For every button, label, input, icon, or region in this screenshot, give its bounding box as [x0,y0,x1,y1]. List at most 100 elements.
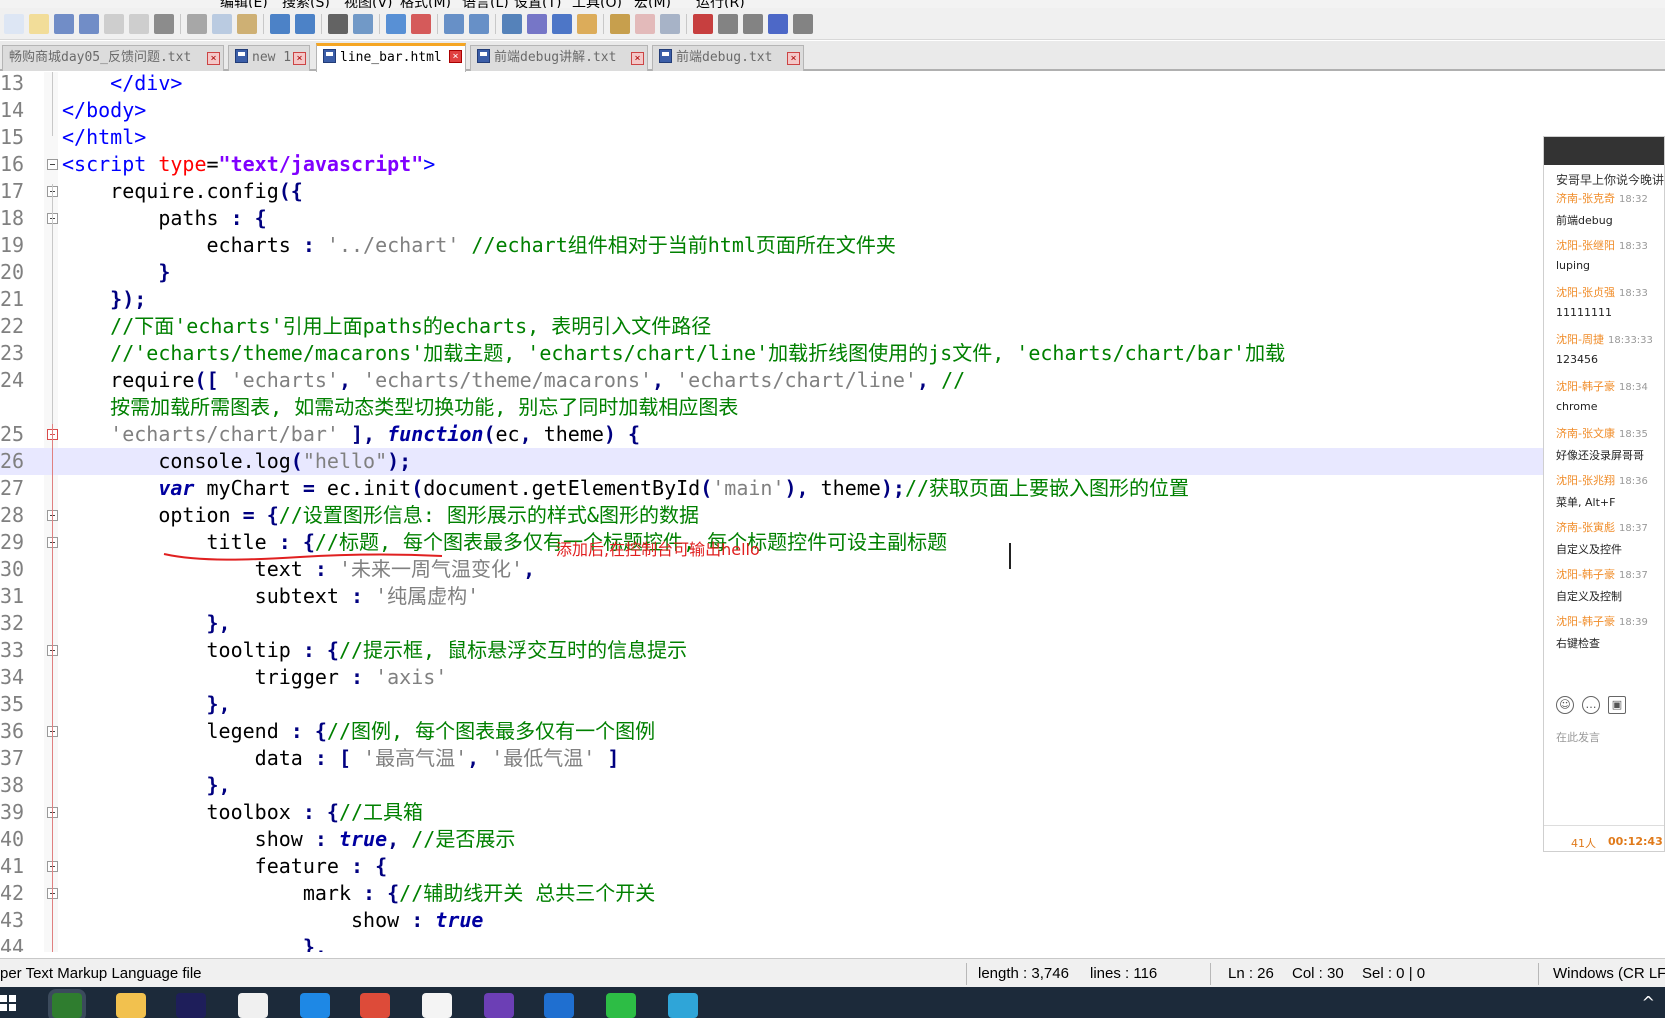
menu-item[interactable]: 视图(V) [344,0,393,8]
save-macro-icon[interactable] [793,14,813,34]
code-line[interactable]: 26 console.log("hello"); [0,448,1665,475]
code-line[interactable]: 18 paths : { [0,205,1665,232]
code-line[interactable]: 13 </div> [0,72,1665,97]
image-icon[interactable]: ▣ [1608,696,1626,714]
chrome-icon[interactable] [360,993,390,1018]
close-icon[interactable]: × [207,52,220,65]
menu-item[interactable]: 语言(L) [462,0,509,8]
typora-icon[interactable] [238,993,268,1018]
code-editor[interactable]: 13 </div> 14 </body> 15 </html> 16 <script typ… [0,72,1665,952]
paste-icon[interactable] [237,14,257,34]
close-icon[interactable]: × [787,52,800,65]
stop-macro-icon[interactable] [718,14,738,34]
notepadpp-icon[interactable] [52,993,82,1018]
folder-workspace-icon[interactable] [635,14,655,34]
code-text: require([ 'echarts', 'echarts/theme/maca… [62,367,965,394]
tab-2[interactable]: line_bar.html × [316,43,466,72]
tab-1[interactable]: new 1 × [228,45,310,71]
replace-icon[interactable] [353,14,373,34]
code-line[interactable]: 按需加载所需图表, 如需动态类型切换功能, 别忘了同时加载相应图表 [0,394,1665,421]
zoom-in-icon[interactable] [386,14,406,34]
close-icon[interactable]: × [449,50,462,63]
code-line[interactable]: 28 option = {//设置图形信息: 图形展示的样式&图形的数据 [0,502,1665,529]
visual-studio-icon[interactable] [484,993,514,1018]
code-line[interactable]: 39 toolbox : {//工具箱 [0,799,1665,826]
file-explorer-icon[interactable] [116,993,146,1018]
code-line[interactable]: 20 } [0,259,1665,286]
code-line[interactable]: 33 tooltip : {//提示框, 鼠标悬浮交互时的信息提示 [0,637,1665,664]
indent-guide-icon[interactable] [552,14,572,34]
teamviewer-icon[interactable] [544,993,574,1018]
sync-v-icon[interactable] [444,14,464,34]
code-line[interactable]: 41 feature : { [0,853,1665,880]
save-all-icon[interactable] [79,14,99,34]
speech-bubble-icon[interactable]: … [1582,696,1600,714]
tab-3[interactable]: 前端debug讲解.txt × [470,45,648,71]
code-line[interactable]: 40 show : true, //是否展示 [0,826,1665,853]
all-chars-icon[interactable] [527,14,547,34]
sync-h-icon[interactable] [469,14,489,34]
zoom-out-icon[interactable] [411,14,431,34]
code-line[interactable]: 15 </html> [0,124,1665,151]
open-file-icon[interactable] [29,14,49,34]
code-line[interactable]: 22 //下面'echarts'引用上面paths的echarts, 表明引入文… [0,313,1665,340]
tab-0[interactable]: 畅购商城day05_反馈问题.txt × [2,45,224,71]
code-line[interactable]: 43 show : true [0,907,1665,934]
chevron-up-icon[interactable]: ^ [1642,993,1655,1012]
menu-item[interactable]: 宏(M) [634,0,671,8]
wrap-icon[interactable] [502,14,522,34]
code-line[interactable]: 32 }, [0,610,1665,637]
code-line[interactable]: 36 legend : {//图例, 每个图表最多仅有一个图例 [0,718,1665,745]
code-line[interactable]: 27 var myChart = ec.init(document.getEle… [0,475,1665,502]
code-line[interactable]: 44 }, [0,934,1665,952]
menu-item[interactable]: 搜索(S) [282,0,330,8]
close-icon[interactable]: × [293,52,306,65]
new-file-icon[interactable] [4,14,24,34]
code-line[interactable]: 21 }); [0,286,1665,313]
run-macro-icon[interactable] [768,14,788,34]
cut-icon[interactable] [187,14,207,34]
save-icon[interactable] [54,14,74,34]
start-icon[interactable] [0,995,16,1011]
close-all-icon[interactable] [129,14,149,34]
menu-item[interactable]: 工具(O) [572,0,622,8]
print-icon[interactable] [154,14,174,34]
code-line[interactable]: 19 echarts : '../echart' //echart组件相对于当前… [0,232,1665,259]
play-macro-icon[interactable] [743,14,763,34]
redo-icon[interactable] [295,14,315,34]
code-line[interactable]: 17 require.config({ [0,178,1665,205]
code-line[interactable]: 35 }, [0,691,1665,718]
vscode-icon[interactable] [300,993,330,1018]
chat-input[interactable]: 在此发言 [1556,729,1600,745]
menu-item[interactable]: 设置(T) [514,0,561,8]
code-line[interactable]: 42 mark : {//辅助线开关 总共三个开关 [0,880,1665,907]
close-icon[interactable]: × [631,52,644,65]
github-icon[interactable] [422,993,452,1018]
code-line[interactable]: 14 </body> [0,97,1665,124]
close-icon[interactable] [104,14,124,34]
menu-item[interactable]: 格式(M) [400,0,451,8]
code-line[interactable]: 25 'echarts/chart/bar' ], function(ec, t… [0,421,1665,448]
code-line[interactable]: 37 data : [ '最高气温', '最低气温' ] [0,745,1665,772]
intellij-icon[interactable] [176,993,206,1018]
menu-item[interactable]: 编辑(E) [220,0,268,8]
code-line[interactable]: 24 require([ 'echarts', 'echarts/theme/m… [0,367,1665,394]
doc-map-icon[interactable] [577,14,597,34]
code-line[interactable]: 16 <script type="text/javascript"> [0,151,1665,178]
fold-toggle-icon[interactable] [47,159,58,170]
screen-recorder-icon[interactable] [668,993,698,1018]
code-line[interactable]: 34 trigger : 'axis' [0,664,1665,691]
emoji-icon[interactable]: ☺ [1556,696,1574,714]
copy-icon[interactable] [212,14,232,34]
monitor-icon[interactable] [660,14,680,34]
code-line[interactable]: 23 //'echarts/theme/macarons'加载主题, 'echa… [0,340,1665,367]
code-line[interactable]: 38 }, [0,772,1665,799]
record-macro-icon[interactable] [693,14,713,34]
undo-icon[interactable] [270,14,290,34]
find-icon[interactable] [328,14,348,34]
function-list-icon[interactable] [610,14,630,34]
menu-item[interactable]: 运行(R) [696,0,745,8]
tab-4[interactable]: 前端debug.txt × [652,45,804,71]
wechat-icon[interactable] [606,993,636,1018]
code-line[interactable]: 31 subtext : '纯属虚构' [0,583,1665,610]
